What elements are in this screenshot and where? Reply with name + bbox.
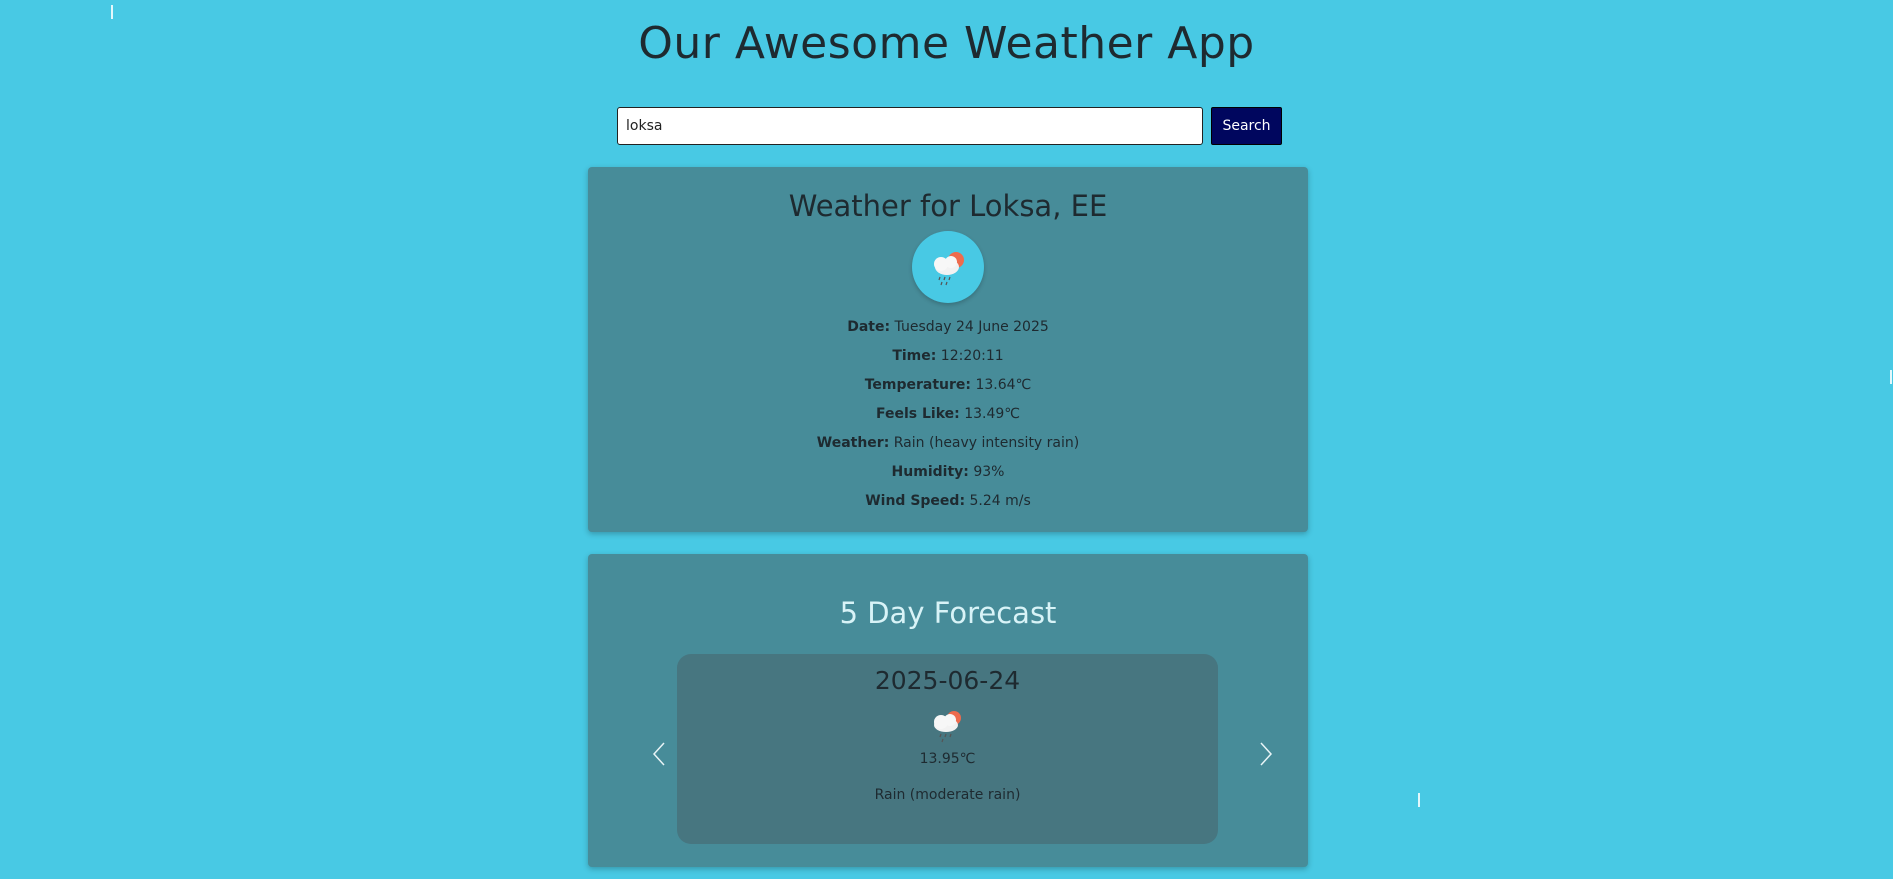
detail-time: Time: 12:20:11 xyxy=(588,342,1308,371)
carousel-next-button[interactable] xyxy=(1251,734,1281,774)
detail-label: Date: xyxy=(847,319,891,335)
city-search-input[interactable] xyxy=(617,107,1203,145)
detail-label: Time: xyxy=(892,348,937,364)
detail-label: Wind Speed: xyxy=(865,493,966,509)
detail-humidity: Humidity: 93% xyxy=(588,458,1308,487)
detail-label: Temperature: xyxy=(864,377,972,393)
forecast-temperature: 13.95℃ xyxy=(919,751,976,767)
current-weather-details: Date: Tuesday 24 June 2025 Time: 12:20:1… xyxy=(588,313,1308,516)
detail-value: Rain (heavy intensity rain) xyxy=(893,435,1080,451)
search-bar: Search xyxy=(617,107,1282,145)
rain-streak xyxy=(1890,370,1892,384)
search-button[interactable]: Search xyxy=(1211,107,1282,145)
weather-app-page: Our Awesome Weather App Search Weather f… xyxy=(0,0,1893,879)
rain-cloud-sun-icon xyxy=(934,252,964,286)
detail-label: Humidity: xyxy=(891,464,969,480)
forecast-title: 5 Day Forecast xyxy=(839,596,1057,630)
current-weather-title: Weather for Loksa, EE xyxy=(788,189,1108,223)
detail-temperature: Temperature: 13.64℃ xyxy=(588,371,1308,400)
chevron-right-icon xyxy=(1260,742,1273,766)
forecast-description: Rain (moderate rain) xyxy=(874,787,1021,803)
detail-label: Feels Like: xyxy=(875,406,960,422)
detail-value: 12:20:11 xyxy=(940,348,1004,364)
current-weather-icon-badge xyxy=(912,231,984,303)
forecast-card: 5 Day Forecast 2025-06-24 13.95℃ Rain (m… xyxy=(588,554,1308,867)
rain-streak xyxy=(1418,793,1420,807)
current-weather-card: Weather for Loksa, EE Date: Tuesday 24 J… xyxy=(588,167,1308,532)
chevron-left-icon xyxy=(652,742,665,766)
detail-value: 93% xyxy=(973,464,1005,480)
detail-wind-speed: Wind Speed: 5.24 m/s xyxy=(588,487,1308,516)
carousel-prev-button[interactable] xyxy=(644,734,674,774)
rain-cloud-sun-icon xyxy=(933,711,961,743)
forecast-icon-wrap xyxy=(928,707,968,743)
detail-feels-like: Feels Like: 13.49℃ xyxy=(588,400,1308,429)
detail-value: Tuesday 24 June 2025 xyxy=(894,319,1049,335)
rain-streak xyxy=(111,5,113,19)
detail-value: 13.64℃ xyxy=(975,377,1032,393)
detail-value: 13.49℃ xyxy=(964,406,1020,422)
detail-value: 5.24 m/s xyxy=(969,493,1031,509)
forecast-date: 2025-06-24 xyxy=(874,666,1021,695)
detail-weather: Weather: Rain (heavy intensity rain) xyxy=(588,429,1308,458)
app-title: Our Awesome Weather App xyxy=(638,18,1255,69)
detail-date: Date: Tuesday 24 June 2025 xyxy=(588,313,1308,342)
forecast-slide: 2025-06-24 13.95℃ Rain (moderate rain) xyxy=(677,654,1218,844)
detail-label: Weather: xyxy=(816,435,890,451)
